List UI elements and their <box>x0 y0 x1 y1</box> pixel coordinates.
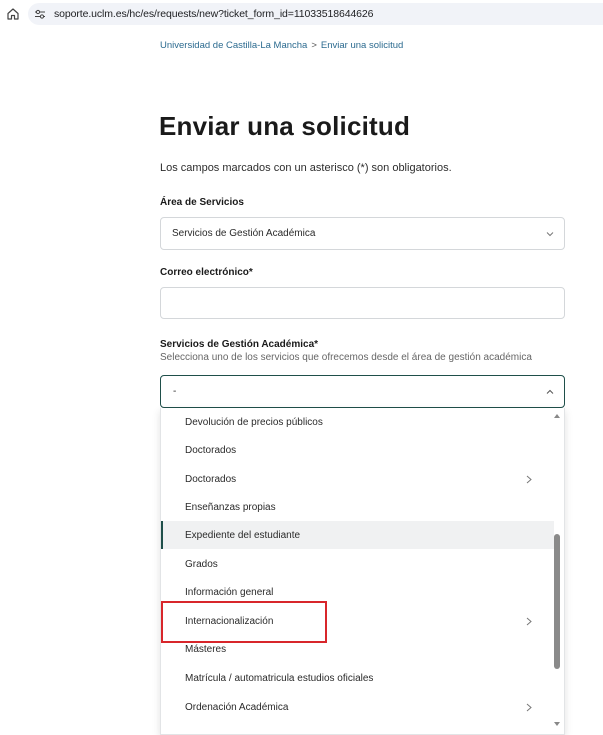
area-select[interactable]: Servicios de Gestión Académica <box>160 217 565 250</box>
listbox-scrollbar[interactable] <box>552 412 562 735</box>
services-label: Servicios de Gestión Académica* <box>160 339 319 350</box>
required-fields-note: Los campos marcados con un asterisco (*)… <box>160 162 452 174</box>
url-text: soporte.uclm.es/hc/es/requests/new?ticke… <box>54 8 374 20</box>
home-icon[interactable] <box>6 7 20 21</box>
browser-address-bar: soporte.uclm.es/hc/es/requests/new?ticke… <box>0 0 603 30</box>
chevron-right-icon <box>526 703 532 712</box>
option-label: Grados <box>185 558 218 570</box>
option-devolucion[interactable]: Devolución de precios públicos <box>161 408 554 436</box>
chevron-right-icon <box>526 475 532 484</box>
scroll-down-arrow-icon[interactable] <box>553 720 561 728</box>
option-doctorados-submenu[interactable]: Doctorados <box>161 465 554 493</box>
services-combobox[interactable]: - <box>160 375 565 408</box>
option-label: Información general <box>185 586 274 598</box>
url-field[interactable]: soporte.uclm.es/hc/es/requests/new?ticke… <box>28 3 603 25</box>
highlight-annotation-box <box>161 601 327 643</box>
option-label: Másteres <box>185 643 227 655</box>
option-matricula[interactable]: Matrícula / automatricula estudios ofici… <box>161 664 554 692</box>
email-label: Correo electrónico* <box>160 267 253 278</box>
option-ensenanzas-propias[interactable]: Enseñanzas propias <box>161 493 554 521</box>
option-label: Doctorados <box>185 473 237 485</box>
scroll-up-arrow-icon[interactable] <box>553 412 561 420</box>
option-label: Enseñanzas propias <box>185 501 276 513</box>
scrollbar-thumb[interactable] <box>554 534 560 669</box>
option-grados[interactable]: Grados <box>161 550 554 578</box>
option-label: Doctorados <box>185 444 237 456</box>
area-label: Área de Servicios <box>160 197 244 208</box>
services-combobox-value: - <box>173 386 177 397</box>
breadcrumb: Universidad de Castilla-La Mancha > Envi… <box>160 40 403 51</box>
services-hint: Selecciona uno de los servicios que ofre… <box>160 352 532 363</box>
option-doctorados[interactable]: Doctorados <box>161 436 554 464</box>
option-label: Devolución de precios públicos <box>185 416 323 428</box>
breadcrumb-current-link[interactable]: Enviar una solicitud <box>321 40 403 51</box>
services-listbox[interactable]: Devolución de precios públicos Doctorado… <box>160 408 565 735</box>
email-field[interactable] <box>160 287 565 319</box>
breadcrumb-root-link[interactable]: Universidad de Castilla-La Mancha <box>160 40 307 51</box>
option-label: Expediente del estudiante <box>185 529 301 541</box>
area-select-value: Servicios de Gestión Académica <box>172 228 316 239</box>
site-info-icon[interactable] <box>34 8 46 20</box>
chevron-up-icon <box>546 389 554 394</box>
page-title: Enviar una solicitud <box>159 111 411 141</box>
breadcrumb-separator: > <box>311 40 317 51</box>
option-expediente-estudiante[interactable]: Expediente del estudiante <box>161 521 554 549</box>
chevron-right-icon <box>526 617 532 626</box>
option-ordenacion-academica[interactable]: Ordenación Académica <box>161 693 554 721</box>
option-label: Ordenación Académica <box>185 701 289 713</box>
option-label: Matrícula / automatricula estudios ofici… <box>185 672 374 684</box>
chevron-down-icon <box>546 232 554 237</box>
